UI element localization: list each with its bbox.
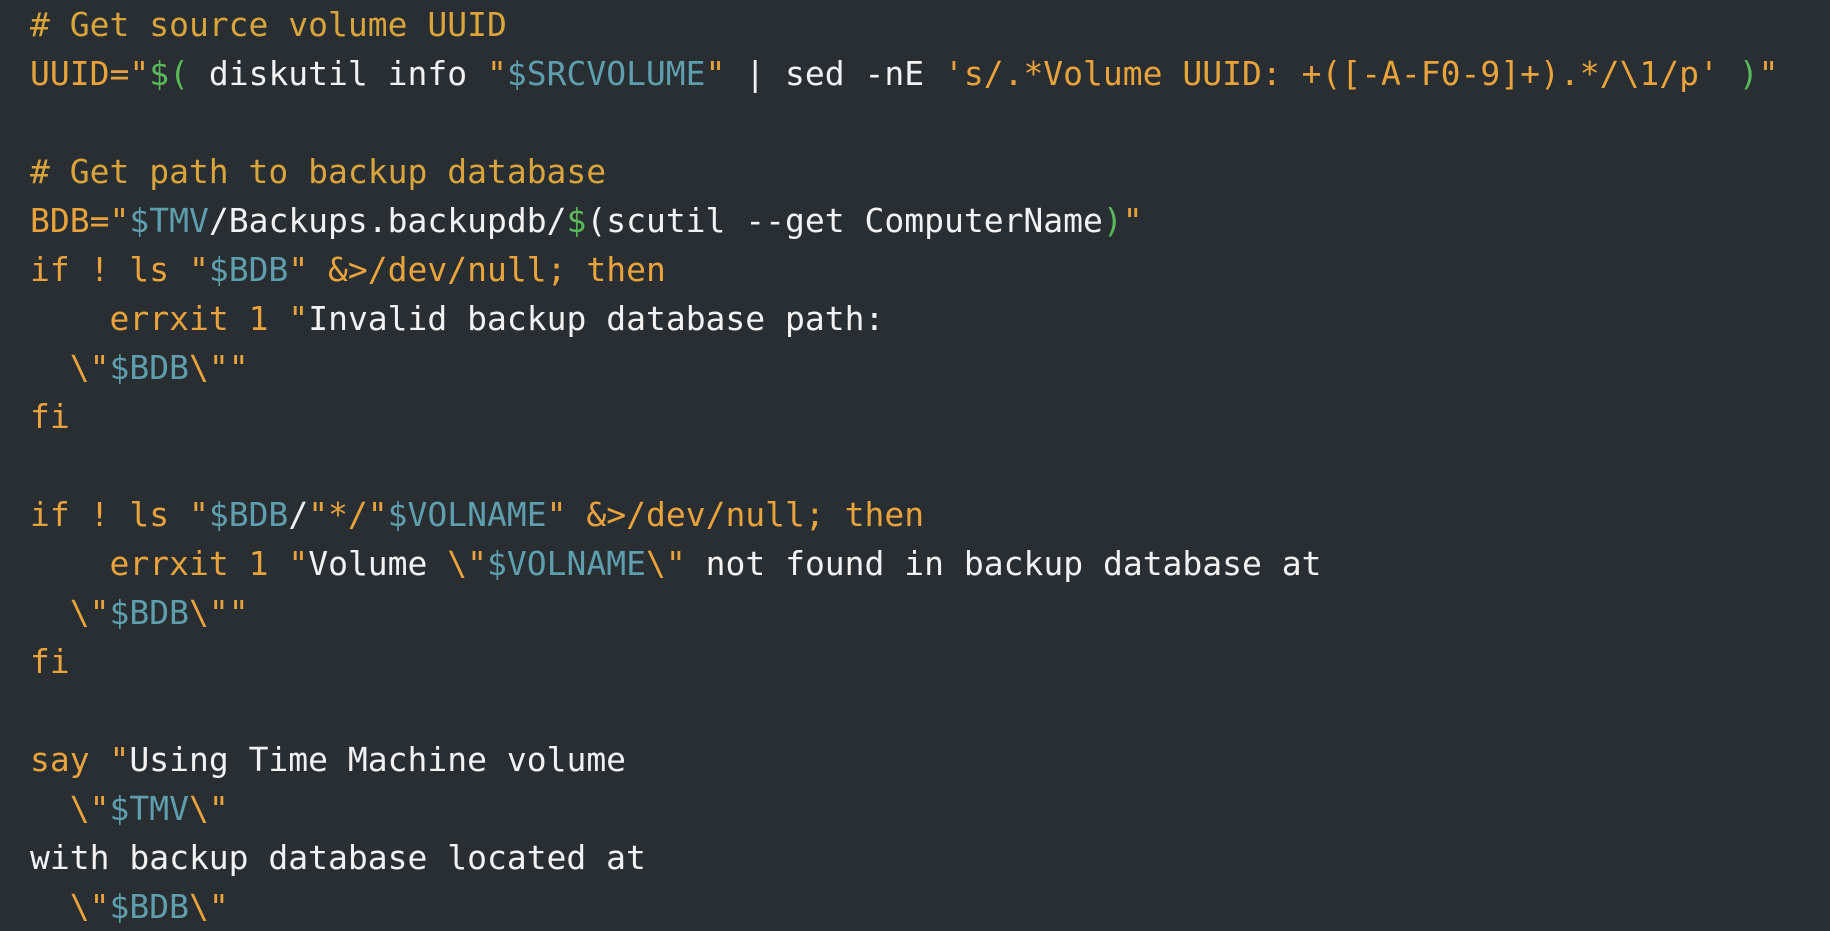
code-token-string: 's/.*Volume UUID: +([-A-F0-9]+).*/\1/p' — [943, 54, 1719, 93]
code-token-string: \" — [69, 348, 110, 387]
code-token-var: $BDB — [109, 887, 189, 926]
code-line[interactable]: \"$BDB\"" — [30, 343, 1830, 392]
code-token-string: " — [109, 201, 130, 240]
code-token-string: \" — [188, 887, 229, 926]
code-token-var: $TMV — [129, 201, 209, 240]
code-token-plain: Volume — [308, 544, 448, 583]
code-editor-surface[interactable]: # Get source volume UUID UUID="$( diskuti… — [0, 0, 1830, 926]
code-token-string: " — [129, 54, 150, 93]
code-token-keyword: fi — [30, 642, 70, 681]
code-token-var: $BDB — [208, 495, 289, 534]
code-token-keyword: if ! ls — [30, 250, 189, 289]
code-line[interactable]: if ! ls "$BDB/"*/"$VOLNAME" &>/dev/null;… — [30, 490, 1830, 539]
code-token-subst: ) — [1102, 201, 1123, 240]
code-block[interactable]: # Get source volume UUID UUID="$( diskuti… — [30, 0, 1830, 931]
code-token-var: $VOLNAME — [387, 495, 547, 534]
code-line[interactable]: UUID="$( diskutil info "$SRCVOLUME" | se… — [30, 49, 1830, 98]
code-line[interactable]: with backup database located at — [30, 833, 1830, 882]
code-token-var: $SRCVOLUME — [506, 54, 706, 93]
code-line[interactable]: errxit 1 "Invalid backup database path: — [30, 294, 1830, 343]
code-token-string: " — [288, 544, 309, 583]
code-token-string: \" — [69, 593, 110, 632]
code-token-keyword: fi — [30, 397, 70, 436]
code-token-string: \" — [69, 887, 110, 926]
code-token-var: $BDB — [109, 348, 189, 387]
code-line[interactable]: # Get source volume UUID — [30, 0, 1830, 49]
code-line[interactable]: errxit 1 "Volume \"$VOLNAME\" not found … — [30, 539, 1830, 588]
code-token-comment: # Get source volume UUID — [30, 5, 507, 44]
code-token-subst: $( — [149, 54, 189, 93]
code-token-var: $TMV — [109, 789, 189, 828]
code-line[interactable]: say "Using Time Machine volume — [30, 735, 1830, 784]
code-token-string: \" — [69, 789, 110, 828]
code-token-var: $VOLNAME — [487, 544, 646, 583]
code-token-string: \"" — [188, 593, 249, 632]
code-line[interactable] — [30, 98, 1830, 147]
code-token-string: \"" — [188, 348, 249, 387]
code-token-string: " — [288, 299, 309, 338]
code-token-var: $BDB — [208, 250, 289, 289]
code-token-plain: /Backups.backupdb/ — [208, 201, 567, 240]
code-token-plain: Invalid backup database path: — [308, 299, 885, 338]
code-token-plain: diskutil info — [188, 54, 487, 93]
code-line[interactable]: # Get path to backup database — [30, 147, 1830, 196]
code-token-op: &>/dev/null; then — [566, 495, 925, 534]
code-line[interactable]: \"$BDB\" — [30, 882, 1830, 931]
code-token-plain: with backup database located at — [30, 838, 646, 877]
code-token-plain: (scutil --get ComputerName — [586, 201, 1103, 240]
code-token-var: $BDB — [109, 593, 189, 632]
code-token-string: \" — [188, 789, 229, 828]
code-line[interactable]: fi — [30, 637, 1830, 686]
code-token-string: "*/" — [308, 495, 388, 534]
code-token-string: \" — [645, 544, 686, 583]
code-line[interactable]: fi — [30, 392, 1830, 441]
code-token-plain: / — [288, 495, 309, 534]
code-token-plain: Using Time Machine volume — [129, 740, 627, 779]
code-token-string: " — [288, 250, 309, 289]
code-token-subst: $ — [566, 201, 587, 240]
code-token-keyword: if ! ls — [30, 495, 189, 534]
code-token-num: 1 — [248, 299, 269, 338]
code-token-comment: # Get path to backup database — [30, 152, 607, 191]
code-line[interactable]: \"$BDB\"" — [30, 588, 1830, 637]
code-token-keyword: BDB= — [30, 201, 110, 240]
code-token-string: " — [546, 495, 567, 534]
code-line[interactable]: \"$TMV\" — [30, 784, 1830, 833]
code-token-builtin: errxit — [109, 299, 229, 338]
code-token-string: " — [705, 54, 726, 93]
code-line[interactable] — [30, 441, 1830, 490]
code-token-subst: ) — [1738, 54, 1759, 93]
code-token-string: " — [1758, 54, 1779, 93]
code-token-plain: | sed -nE — [725, 54, 944, 93]
code-token-keyword: UUID= — [30, 54, 130, 93]
code-token-op: &>/dev/null; then — [308, 250, 666, 289]
code-token-string: " — [1122, 201, 1143, 240]
code-token-string: " — [109, 740, 130, 779]
code-token-builtin: errxit — [109, 544, 229, 583]
code-token-builtin: say — [30, 740, 90, 779]
code-token-plain: not found in backup database at — [685, 544, 1322, 583]
code-line[interactable] — [30, 686, 1830, 735]
code-token-string: \" — [447, 544, 488, 583]
code-line[interactable]: BDB="$TMV/Backups.backupdb/$(scutil --ge… — [30, 196, 1830, 245]
code-token-string: " — [486, 54, 507, 93]
code-token-string: " — [188, 250, 209, 289]
code-line[interactable]: if ! ls "$BDB" &>/dev/null; then — [30, 245, 1830, 294]
code-token-string: " — [188, 495, 209, 534]
code-token-num: 1 — [248, 544, 269, 583]
